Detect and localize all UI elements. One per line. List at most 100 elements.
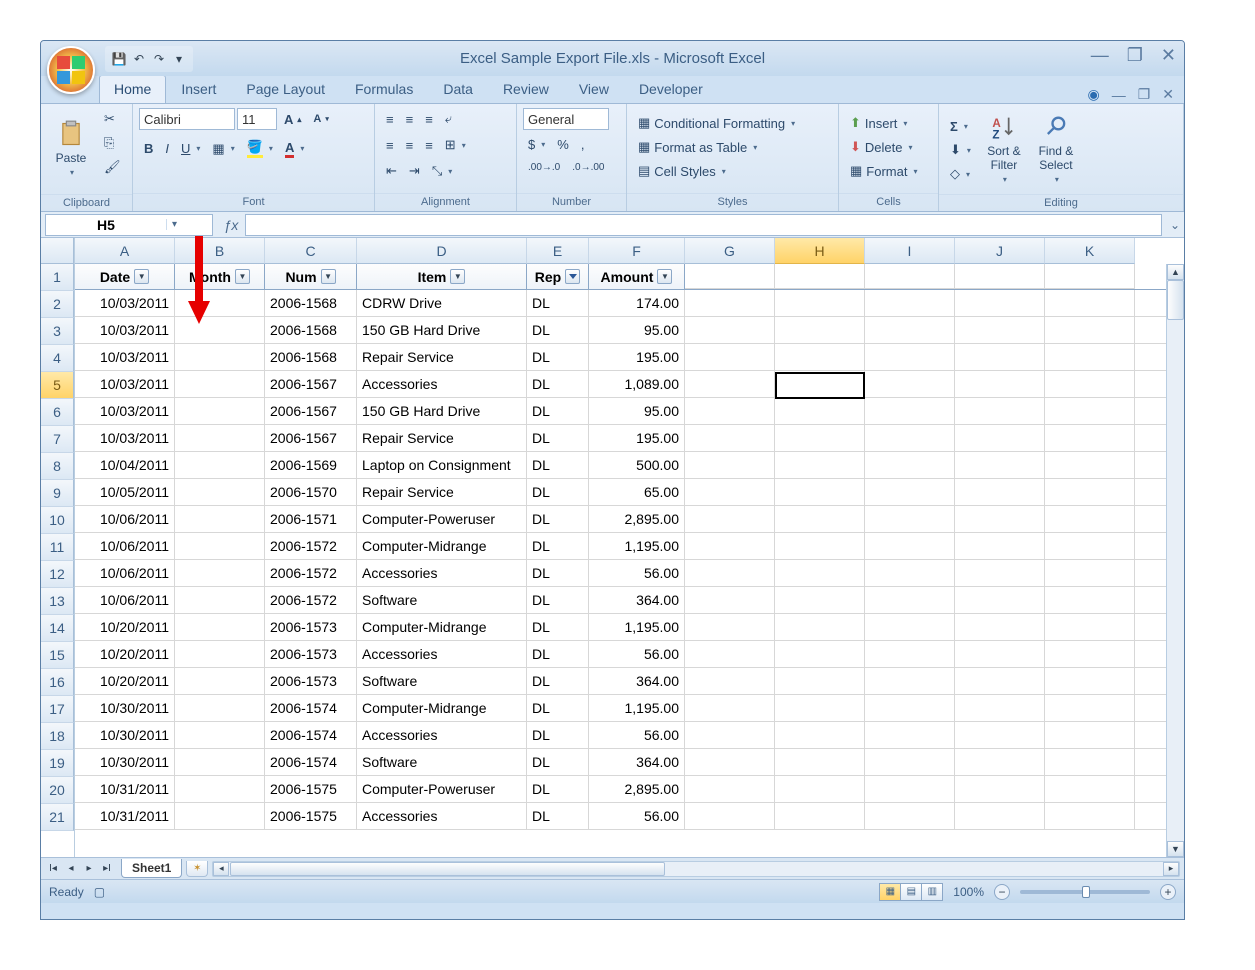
restore-button[interactable]: ❐ [1127,45,1143,66]
cell[interactable]: 10/03/2011 [75,344,175,370]
accounting-button[interactable]: $▾ [523,134,550,155]
cell[interactable]: 2006-1575 [265,803,357,829]
align-bottom-button[interactable]: ≡ [420,109,438,130]
cell-empty[interactable] [775,264,865,289]
cell[interactable]: 2006-1573 [265,641,357,667]
column-header-A[interactable]: A [75,238,175,264]
cell[interactable]: 2006-1573 [265,614,357,640]
cell-empty[interactable] [865,264,955,289]
cell[interactable] [865,587,955,613]
cell[interactable] [1045,803,1135,829]
cell[interactable]: Computer-Midrange [357,533,527,559]
cell[interactable] [775,533,865,559]
row-header-21[interactable]: 21 [41,804,74,831]
cell[interactable] [865,722,955,748]
cell[interactable]: Computer-Poweruser [357,506,527,532]
cell[interactable]: 364.00 [589,587,685,613]
paste-button[interactable]: Paste ▾ [47,108,95,190]
cell[interactable]: 1,195.00 [589,533,685,559]
cell[interactable]: 10/20/2011 [75,614,175,640]
close-button[interactable]: ✕ [1161,45,1176,66]
cell[interactable]: 364.00 [589,749,685,775]
cell[interactable]: 2006-1568 [265,290,357,316]
cell[interactable]: DL [527,290,589,316]
cell[interactable]: DL [527,749,589,775]
expand-formula-bar[interactable]: ⌄ [1166,218,1184,232]
cell[interactable]: 150 GB Hard Drive [357,398,527,424]
conditional-formatting-button[interactable]: ▦Conditional Formatting▾ [633,112,800,134]
cell[interactable] [955,371,1045,397]
row-header-12[interactable]: 12 [41,561,74,588]
cell[interactable] [685,560,775,586]
cell[interactable]: DL [527,479,589,505]
find-select-button[interactable]: Find & Select▾ [1032,108,1080,190]
cell[interactable] [1045,668,1135,694]
cell[interactable]: 56.00 [589,803,685,829]
cell[interactable]: Laptop on Consignment [357,452,527,478]
row-header-10[interactable]: 10 [41,507,74,534]
cell[interactable]: 1,089.00 [589,371,685,397]
cell[interactable] [955,668,1045,694]
cell[interactable]: DL [527,695,589,721]
cell[interactable]: Computer-Poweruser [357,776,527,802]
cut-button[interactable]: ✂ [99,108,126,130]
row-header-1[interactable]: 1 [41,264,74,291]
ribbon-tab-page-layout[interactable]: Page Layout [231,75,340,103]
cell[interactable] [775,803,865,829]
cell[interactable] [1045,425,1135,451]
cell[interactable] [775,452,865,478]
cell[interactable] [1045,641,1135,667]
increase-decimal-button[interactable]: .00→.0 [523,159,565,176]
ribbon-tab-insert[interactable]: Insert [166,75,231,103]
cell[interactable]: Software [357,668,527,694]
cell[interactable]: 195.00 [589,344,685,370]
cell[interactable]: 10/31/2011 [75,803,175,829]
cell[interactable] [865,641,955,667]
cell[interactable] [685,749,775,775]
align-middle-button[interactable]: ≡ [401,109,419,130]
cell[interactable]: 10/06/2011 [75,587,175,613]
cell[interactable]: 150 GB Hard Drive [357,317,527,343]
cell[interactable] [1045,344,1135,370]
align-right-button[interactable]: ≡ [420,135,438,156]
cell[interactable]: Software [357,749,527,775]
zoom-slider[interactable] [1020,890,1150,894]
cell[interactable] [865,776,955,802]
cell[interactable]: DL [527,398,589,424]
filter-button-date[interactable]: ▼ [134,269,149,284]
cell[interactable] [775,317,865,343]
cell[interactable]: DL [527,722,589,748]
row-header-17[interactable]: 17 [41,696,74,723]
cell[interactable]: 2006-1573 [265,668,357,694]
page-break-view-button[interactable]: ▥ [921,883,943,901]
cell[interactable] [175,560,265,586]
decrease-font-button[interactable]: A▾ [308,110,333,128]
column-header-F[interactable]: F [589,238,685,264]
cell[interactable]: DL [527,506,589,532]
minimize-ribbon-button[interactable]: — [1112,87,1126,103]
column-header-E[interactable]: E [527,238,589,264]
next-sheet-button[interactable]: ▸ [81,863,97,874]
cell[interactable]: Accessories [357,560,527,586]
fill-color-button[interactable]: 🪣▾ [242,136,278,161]
cell[interactable] [775,371,865,397]
cell[interactable] [175,695,265,721]
cell[interactable]: 10/03/2011 [75,371,175,397]
cell[interactable]: DL [527,452,589,478]
cell[interactable]: 2006-1575 [265,776,357,802]
cell[interactable] [685,695,775,721]
zoom-in-button[interactable]: + [1160,884,1176,900]
row-header-16[interactable]: 16 [41,669,74,696]
minimize-button[interactable]: — [1091,45,1109,66]
cell[interactable]: Repair Service [357,425,527,451]
cell[interactable]: 10/03/2011 [75,398,175,424]
cell[interactable]: 1,195.00 [589,614,685,640]
insert-function-button[interactable]: ƒx [217,217,245,233]
cell[interactable] [865,398,955,424]
ribbon-tab-review[interactable]: Review [488,75,564,103]
cell[interactable] [1045,398,1135,424]
filter-button-rep[interactable] [565,269,580,284]
cell[interactable] [685,722,775,748]
row-header-6[interactable]: 6 [41,399,74,426]
cell[interactable]: Accessories [357,641,527,667]
